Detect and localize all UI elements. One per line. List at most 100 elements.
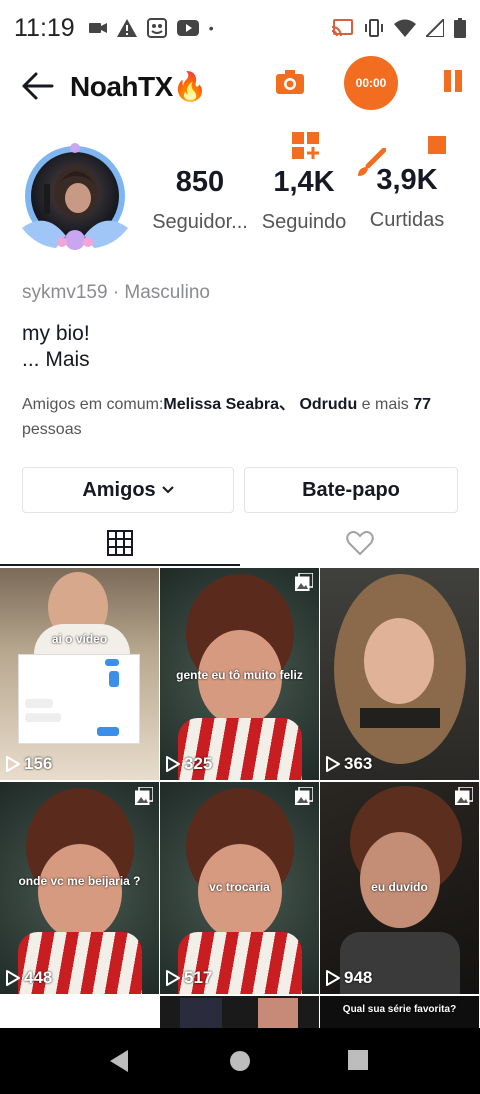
chat-button[interactable]: Bate-papo	[244, 467, 458, 513]
notification-icons: •	[88, 18, 214, 38]
video-thumbnail-6[interactable]: eu duvido 948	[320, 782, 479, 994]
play-icon	[6, 970, 20, 986]
view-count-value: 363	[344, 754, 373, 773]
video-caption: ai o vídeo	[51, 632, 108, 646]
battery-icon	[454, 18, 466, 38]
view-count: 156	[6, 754, 52, 774]
tab-videos[interactable]	[0, 518, 240, 568]
mutual-prefix: Amigos em comum:	[22, 396, 164, 413]
pause-icon[interactable]	[442, 70, 464, 96]
video-thumbnail-9[interactable]: Qual sua série favorita?	[320, 996, 479, 1028]
play-icon	[166, 970, 180, 986]
thumbnail-caption-box	[360, 708, 440, 728]
signal-icon	[426, 19, 444, 37]
back-arrow-icon[interactable]	[20, 68, 56, 104]
chat-bubble	[97, 727, 119, 736]
thumbnail-face	[364, 618, 434, 704]
mutual-names: Melissa Seabra、 Odrudu	[163, 396, 358, 413]
friends-button[interactable]: Amigos	[22, 467, 234, 513]
following-count: 1,4K	[273, 166, 335, 198]
view-count: 325	[166, 754, 212, 774]
following-stat[interactable]: 1,4K Seguindo	[256, 166, 352, 234]
play-icon	[326, 756, 340, 772]
mutual-suffix: pessoas	[22, 421, 82, 438]
tab-liked[interactable]	[240, 518, 480, 568]
nav-home-icon[interactable]	[229, 1050, 251, 1072]
thumbnail-person	[258, 998, 298, 1028]
thumbnail-face	[38, 844, 122, 940]
video-caption: eu duvido	[371, 880, 428, 894]
active-tab-indicator	[0, 564, 240, 566]
video-thumbnail-2[interactable]: gente eu tô muito feliz 325	[160, 568, 319, 780]
video-caption: gente eu tô muito feliz	[176, 668, 303, 682]
dot-icon: •	[208, 20, 214, 36]
video-caption: Qual sua série favorita?	[342, 1004, 457, 1015]
bio-more-link[interactable]: ... Mais	[22, 348, 90, 372]
followers-label: Seguidor...	[152, 211, 248, 233]
video-thumbnail-7[interactable]	[0, 996, 159, 1028]
avatar[interactable]	[16, 140, 134, 258]
multi-image-icon	[455, 787, 473, 805]
view-count: 517	[166, 968, 212, 988]
nav-back-icon[interactable]	[108, 1049, 130, 1073]
video-thumbnail-3[interactable]: 363	[320, 568, 479, 780]
cast-icon	[332, 19, 353, 37]
add-widget-icon[interactable]	[292, 132, 320, 160]
youtube-icon	[176, 20, 199, 36]
likes-count: 3,9K	[376, 164, 438, 196]
content-tabs	[0, 518, 480, 568]
view-count: 448	[6, 968, 52, 988]
thumbnail-person	[180, 998, 222, 1028]
system-navigation-bar	[0, 1028, 480, 1094]
grid-icon	[107, 530, 133, 556]
stop-icon[interactable]	[428, 136, 446, 154]
camera-icon[interactable]	[274, 66, 306, 98]
warning-icon	[116, 19, 137, 37]
view-count-value: 448	[24, 968, 53, 987]
likes-label: Curtidas	[369, 209, 445, 231]
friends-button-label: Amigos	[82, 478, 156, 501]
view-count-value: 948	[344, 968, 373, 987]
play-icon	[326, 970, 340, 986]
view-count-value: 156	[24, 754, 53, 773]
likes-stat[interactable]: 3,9K Curtidas	[362, 164, 452, 232]
profile-header: NoahTX🔥 00:00	[0, 56, 480, 120]
chat-bubble	[25, 713, 61, 722]
chat-button-label: Bate-papo	[302, 478, 400, 501]
chat-screenshot	[18, 654, 140, 744]
video-thumbnail-1[interactable]: ai o vídeo 156	[0, 568, 159, 780]
mutual-friends[interactable]: Amigos em comum:Melissa Seabra、 Odrudu e…	[22, 392, 452, 442]
app-notification-icon	[146, 18, 167, 38]
heart-icon	[346, 531, 374, 556]
wifi-icon	[394, 19, 416, 37]
multi-image-icon	[295, 787, 313, 805]
video-thumbnail-8[interactable]	[160, 996, 319, 1028]
video-camera-icon	[88, 23, 107, 33]
video-caption: onde vc me beijaria ?	[18, 874, 141, 888]
chat-bubble	[109, 671, 119, 687]
multi-image-icon	[295, 573, 313, 591]
mutual-middle: e mais	[357, 396, 414, 413]
screen-record-timer-button[interactable]: 00:00	[344, 56, 398, 110]
profile-username: NoahTX🔥	[70, 71, 208, 102]
nav-recents-icon[interactable]	[348, 1050, 368, 1070]
chat-bubble	[105, 659, 119, 666]
vibrate-icon	[365, 19, 383, 37]
play-icon	[166, 756, 180, 772]
system-icons	[332, 18, 466, 38]
handle-gender: sykmv159 · Masculino	[22, 282, 210, 303]
multi-image-icon	[135, 787, 153, 805]
video-thumbnail-5[interactable]: vc trocaria 517	[160, 782, 319, 994]
view-count-value: 517	[184, 968, 213, 987]
chevron-down-icon	[161, 486, 174, 494]
bio-text: my bio!	[22, 322, 90, 345]
followers-stat[interactable]: 850 Seguidor...	[148, 166, 252, 234]
following-label: Seguindo	[261, 211, 347, 233]
followers-count: 850	[175, 166, 225, 198]
video-thumbnail-4[interactable]: onde vc me beijaria ? 448	[0, 782, 159, 994]
view-count: 363	[326, 754, 372, 774]
view-count-value: 325	[184, 754, 213, 773]
view-count: 948	[326, 968, 372, 988]
play-icon	[6, 756, 20, 772]
status-time: 11:19	[14, 13, 75, 42]
